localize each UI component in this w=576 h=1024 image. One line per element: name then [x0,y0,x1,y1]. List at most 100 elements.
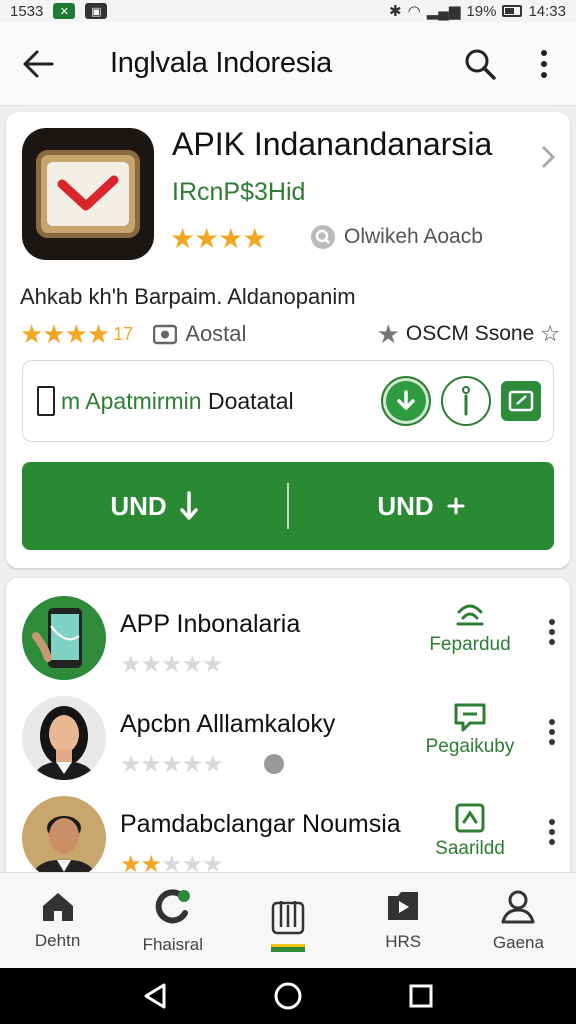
info-text-green: m Apatmirmin [61,387,202,414]
rating-stars: ★★★★ [20,318,110,349]
list-item-stars: ★★★★★ [120,651,224,678]
recents-square-icon[interactable] [408,983,434,1009]
score: ★ OSCM Ssone ☆ [377,319,560,350]
home-icon [42,892,73,921]
page-title: Inglvala Indoresia [110,47,332,79]
list-item-title: Pamdabclangar Noumsia [120,810,401,838]
list-item[interactable]: Apcbn Alllamkaloky ★★★★★ Pegaikuby [6,688,570,788]
featured-app-card[interactable]: APIK Indanandanarsia IRcnP$3Hid ★★★★ Olw… [6,112,570,568]
category[interactable]: Aostal [153,321,246,347]
bottom-navigation: Dehtn Fhaisral HRS Gaena [0,872,576,968]
badge-icon [264,754,284,774]
camera-icon [153,324,178,345]
nav-item-hrs[interactable]: HRS [346,873,461,968]
more-options-button[interactable] [512,32,576,96]
sheets-notification-icon: ✕ [53,3,76,19]
status-clock: 14:33 [528,2,566,20]
star-outline-icon: ☆ [540,321,560,346]
person-icon [501,890,535,923]
system-navigation-bar [0,968,576,1024]
search-button[interactable] [448,32,512,96]
info-icon [462,386,470,416]
wifi-icon: ◠ [407,3,421,20]
lock-notification-icon: ▣ [85,3,108,19]
nav-label: HRS [385,931,422,951]
more-vert-icon [549,719,555,745]
star-icon: ★ [376,318,400,349]
download-icon [397,390,415,410]
refresh-icon [155,888,190,923]
battery-icon [502,5,523,17]
phone-app-avatar [22,596,106,680]
list-item-action[interactable]: Saarildd [410,802,530,860]
nav-item-profile[interactable]: Gaena [461,873,576,968]
download-button[interactable] [381,376,431,426]
rating-value: 17 [113,323,134,344]
checkbox[interactable] [37,386,55,416]
list-item-stars: ★★★★★ [120,751,224,778]
info-button[interactable] [441,376,491,426]
app-name: APIK Indanandanarsia [172,126,493,162]
arrow-down-icon [179,491,198,520]
category-label: Aostal [185,321,247,346]
app-list: APP Inbonalaria ★★★★★ Fepardud Apcbn All… [6,578,570,880]
list-item-action[interactable]: Pegaikuby [410,702,530,758]
battery-percent: 19% [466,2,497,20]
back-button[interactable] [0,22,76,106]
message-icon [454,703,486,732]
back-triangle-icon[interactable] [142,982,168,1010]
arrow-left-icon [23,50,54,77]
bluetooth-icon: ✱ [389,3,402,20]
info-text-dark: Doatatal [201,387,294,414]
search-icon [465,49,496,80]
list-item[interactable]: APP Inbonalaria ★★★★★ Fepardud [6,588,570,688]
nav-label: Gaena [492,932,544,952]
apps-icon [271,900,305,934]
more-vert-icon [541,49,547,78]
list-item-title: APP Inbonalaria [120,610,301,638]
open-external-icon [508,390,534,412]
home-circle-icon[interactable] [273,981,303,1011]
more-vert-icon [549,819,555,845]
app-icon [22,128,154,260]
upload-box-icon [455,803,485,833]
woman-avatar [22,696,106,780]
list-item-action-label: Pegaikuby [425,736,515,757]
chevron-right-icon[interactable] [540,144,556,175]
info-text: m Apatmirmin Doatatal [61,388,294,415]
play-folder-icon [388,891,419,920]
app-meta: Olwikeh Aoacb [310,224,483,250]
search-badge-icon [311,225,335,249]
install-left-button[interactable]: UND [22,462,287,550]
list-item-more-button[interactable] [548,718,556,751]
signal-icon: ▂▄▆ [426,3,461,20]
info-box: m Apatmirmin Doatatal [22,360,554,442]
status-time-left: 1533 [10,2,44,20]
nav-item-refresh[interactable]: Fhaisral [115,873,230,968]
more-vert-icon [549,619,555,645]
nav-item-apps[interactable] [230,873,345,968]
app-rating-stars: ★★★★ [170,223,267,254]
install-button-group: UND UND [22,462,554,550]
list-item-more-button[interactable] [548,618,556,651]
signal-waves-icon [456,604,484,626]
open-external-button[interactable] [501,381,541,421]
rating-row: ★★★★ 17 Aostal ★ OSCM Ssone ☆ [20,316,560,352]
list-item-more-button[interactable] [548,818,556,851]
install-right-button[interactable]: UND [289,462,554,550]
app-description: Ahkab kh'h Barpaim. Aldanopanim [20,284,356,309]
nav-label: Dehtn [34,930,81,950]
man-avatar [22,796,106,880]
meta-text: Olwikeh Aoacb [344,225,483,248]
nav-label: Fhaisral [142,934,204,954]
install-left-label: UND [110,490,167,521]
list-item-action-label: Fepardud [429,634,511,655]
checkmark-icon [57,175,119,211]
nav-item-home[interactable]: Dehtn [0,873,115,968]
install-right-label: UND [377,490,434,521]
active-indicator [271,944,305,952]
status-bar: 1533 ✕ ▣ ✱ ◠ ▂▄▆ 19% 14:33 [0,0,576,22]
plus-icon [447,497,465,515]
list-item-action[interactable]: Fepardud [410,602,530,656]
developer-name[interactable]: IRcnP$3Hid [172,178,305,207]
